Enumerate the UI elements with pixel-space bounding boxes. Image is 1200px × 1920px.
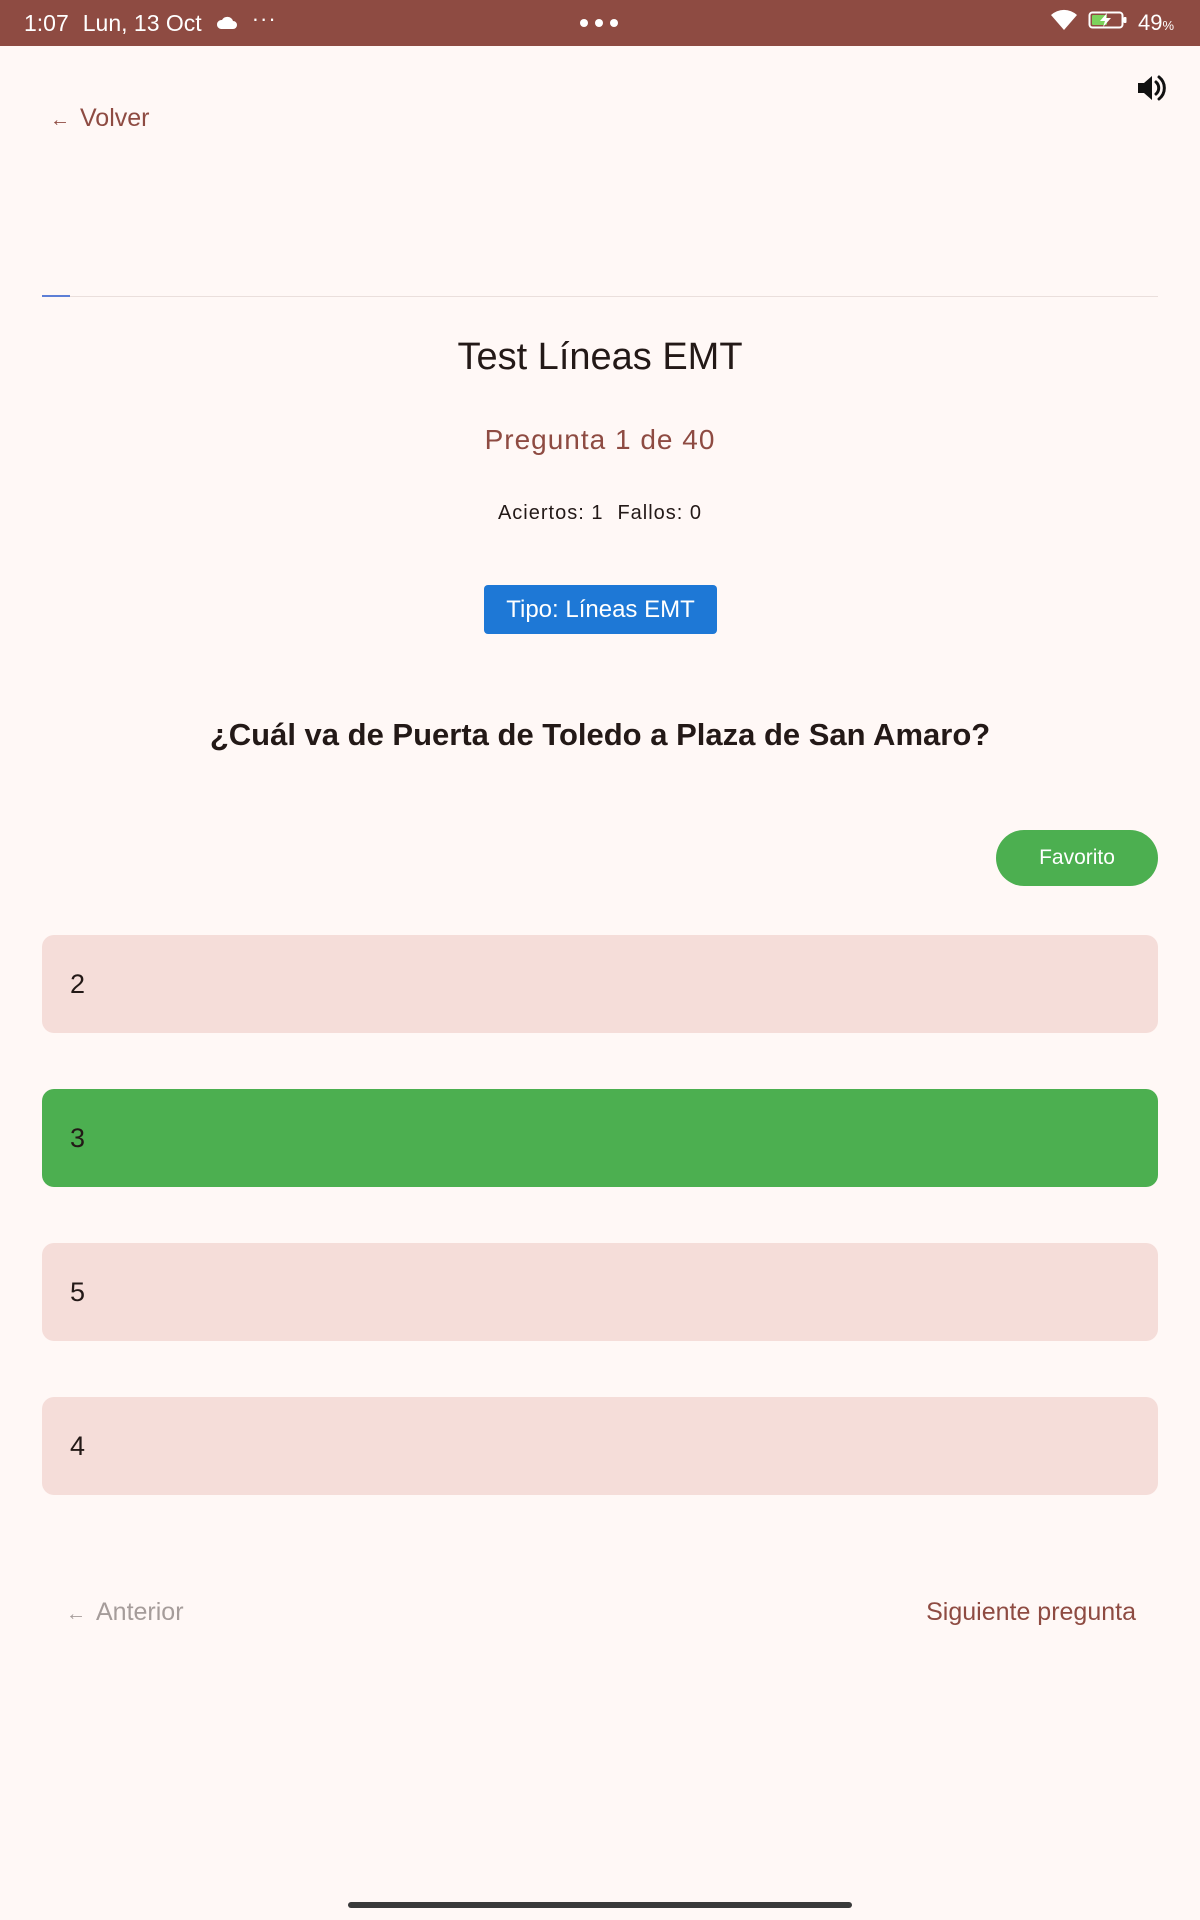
answer-option-label: 3: [70, 1122, 86, 1153]
answer-option[interactable]: 3: [42, 1089, 1158, 1187]
home-indicator[interactable]: [348, 1902, 852, 1908]
speaker-icon[interactable]: [1134, 70, 1170, 106]
correct-count: Aciertos: 1: [497, 502, 604, 524]
score-line: Aciertos: 1 Fallos: 0: [0, 502, 1200, 525]
answer-option-label: 2: [70, 968, 86, 999]
more-notifications-icon: ···: [251, 6, 277, 31]
page-title: Test Líneas EMT: [457, 336, 743, 378]
battery-charging-icon: [1088, 9, 1128, 37]
cloud-icon: [216, 16, 238, 30]
wrong-count: Fallos: 0: [617, 502, 703, 524]
answer-option[interactable]: 4: [42, 1397, 1158, 1495]
favorite-button[interactable]: Favorito: [996, 830, 1158, 886]
back-label: Volver: [80, 103, 150, 132]
progress-bar: [42, 295, 1158, 297]
wifi-icon: [1050, 9, 1078, 37]
multitask-dots-icon[interactable]: [580, 0, 618, 46]
previous-label: Anterior: [96, 1598, 184, 1626]
status-time: 1:07: [24, 9, 69, 36]
answer-option[interactable]: 2: [42, 935, 1158, 1033]
arrow-left-icon: ←: [66, 1603, 86, 1625]
answer-option-label: 5: [70, 1276, 86, 1307]
question-text: ¿Cuál va de Puerta de Toledo a Plaza de …: [209, 717, 991, 752]
question-counter: Pregunta 1 de 40: [484, 424, 716, 455]
battery-percent: 49%: [1137, 10, 1174, 35]
answer-option[interactable]: 5: [42, 1243, 1158, 1341]
type-badge: Tipo: Líneas EMT: [484, 585, 717, 634]
previous-button[interactable]: ← Anterior: [66, 1598, 184, 1627]
status-bar: 1:07 Lun, 13 Oct ··· 49%: [0, 0, 1200, 46]
status-date: Lun, 13 Oct: [82, 9, 202, 36]
status-left: 1:07 Lun, 13 Oct ···: [24, 0, 277, 46]
status-right: 49%: [1050, 0, 1174, 46]
back-button[interactable]: ← Volver: [50, 100, 149, 136]
arrow-left-icon: ←: [50, 108, 70, 131]
progress-fill: [42, 295, 70, 297]
answer-option-label: 4: [70, 1430, 86, 1461]
next-question-button[interactable]: Siguiente pregunta: [926, 1598, 1136, 1627]
